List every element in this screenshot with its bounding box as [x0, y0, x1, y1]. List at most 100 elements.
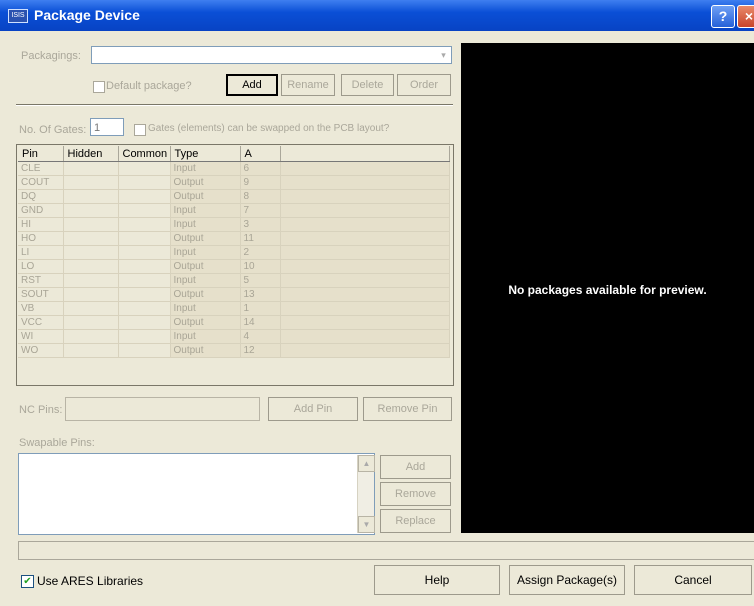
a-cell[interactable]: 5 [240, 273, 281, 288]
table-row[interactable]: DQ Output 8 [18, 189, 450, 204]
column-header-hidden[interactable]: Hidden [63, 146, 119, 162]
a-cell[interactable]: 1 [240, 301, 281, 316]
common-cell[interactable] [118, 329, 171, 344]
common-cell[interactable] [118, 259, 171, 274]
delete-package-button[interactable]: Delete [341, 74, 394, 96]
hidden-cell[interactable] [63, 343, 119, 358]
a-cell[interactable]: 11 [240, 231, 281, 246]
a-cell[interactable]: 7 [240, 203, 281, 218]
rename-package-button[interactable]: Rename [281, 74, 335, 96]
table-row[interactable]: GND Input 7 [18, 203, 450, 218]
table-row[interactable]: WI Input 4 [18, 329, 450, 344]
default-package-checkbox[interactable] [93, 81, 105, 93]
common-cell[interactable] [118, 343, 171, 358]
column-header-common[interactable]: Common [118, 146, 171, 162]
type-cell[interactable]: Output [170, 231, 241, 246]
table-row[interactable]: VB Input 1 [18, 301, 450, 316]
pin-cell[interactable]: RST [18, 273, 64, 288]
hidden-cell[interactable] [63, 161, 119, 176]
column-header-type[interactable]: Type [170, 146, 241, 162]
hidden-cell[interactable] [63, 315, 119, 330]
common-cell[interactable] [118, 315, 171, 330]
table-row[interactable]: LO Output 10 [18, 259, 450, 274]
column-header-a[interactable]: A [240, 146, 281, 162]
hidden-cell[interactable] [63, 231, 119, 246]
table-row[interactable]: RST Input 5 [18, 273, 450, 288]
type-cell[interactable]: Input [170, 217, 241, 232]
scroll-up-icon[interactable]: ▲ [358, 455, 375, 472]
pin-cell[interactable]: CLE [18, 161, 64, 176]
hidden-cell[interactable] [63, 301, 119, 316]
pin-cell[interactable]: WI [18, 329, 64, 344]
pin-cell[interactable]: VCC [18, 315, 64, 330]
pin-cell[interactable]: HI [18, 217, 64, 232]
add-pin-button[interactable]: Add Pin [268, 397, 358, 421]
a-cell[interactable]: 14 [240, 315, 281, 330]
table-row[interactable]: VCC Output 14 [18, 315, 450, 330]
cancel-button[interactable]: Cancel [634, 565, 752, 595]
hidden-cell[interactable] [63, 273, 119, 288]
hidden-cell[interactable] [63, 287, 119, 302]
nc-pins-input[interactable] [65, 397, 260, 421]
swappable-scrollbar[interactable]: ▲ ▼ [357, 455, 375, 533]
type-cell[interactable]: Output [170, 287, 241, 302]
pin-cell[interactable]: DQ [18, 189, 64, 204]
type-cell[interactable]: Input [170, 203, 241, 218]
common-cell[interactable] [118, 161, 171, 176]
type-cell[interactable]: Output [170, 175, 241, 190]
packagings-select[interactable]: ▾ [91, 46, 452, 64]
scroll-down-icon[interactable]: ▼ [358, 516, 375, 533]
table-row[interactable]: LI Input 2 [18, 245, 450, 260]
hidden-cell[interactable] [63, 329, 119, 344]
a-cell[interactable]: 4 [240, 329, 281, 344]
assign-packages-button[interactable]: Assign Package(s) [509, 565, 625, 595]
common-cell[interactable] [118, 217, 171, 232]
a-cell[interactable]: 9 [240, 175, 281, 190]
chevron-down-icon[interactable]: ▾ [436, 47, 451, 63]
a-cell[interactable]: 10 [240, 259, 281, 274]
column-header-pin[interactable]: Pin [18, 146, 64, 162]
pin-cell[interactable]: VB [18, 301, 64, 316]
common-cell[interactable] [118, 175, 171, 190]
common-cell[interactable] [118, 231, 171, 246]
use-ares-libraries-checkbox[interactable]: ✔ [21, 575, 34, 588]
table-row[interactable]: HO Output 11 [18, 231, 450, 246]
type-cell[interactable]: Output [170, 189, 241, 204]
remove-pin-button[interactable]: Remove Pin [363, 397, 452, 421]
type-cell[interactable]: Output [170, 259, 241, 274]
replace-swappable-button[interactable]: Replace [380, 509, 451, 533]
common-cell[interactable] [118, 203, 171, 218]
a-cell[interactable]: 3 [240, 217, 281, 232]
type-cell[interactable]: Output [170, 343, 241, 358]
pin-cell[interactable]: HO [18, 231, 64, 246]
close-icon[interactable]: × [737, 5, 754, 28]
type-cell[interactable]: Input [170, 301, 241, 316]
a-cell[interactable]: 8 [240, 189, 281, 204]
hidden-cell[interactable] [63, 217, 119, 232]
add-package-button[interactable]: Add [226, 74, 278, 96]
common-cell[interactable] [118, 245, 171, 260]
a-cell[interactable]: 2 [240, 245, 281, 260]
table-row[interactable]: WO Output 12 [18, 343, 450, 358]
gates-swap-checkbox[interactable] [134, 124, 146, 136]
pin-cell[interactable]: COUT [18, 175, 64, 190]
pin-cell[interactable]: GND [18, 203, 64, 218]
swappable-pins-list[interactable] [18, 453, 375, 535]
pin-cell[interactable]: SOUT [18, 287, 64, 302]
hidden-cell[interactable] [63, 175, 119, 190]
a-cell[interactable]: 13 [240, 287, 281, 302]
gates-input[interactable]: 1 [90, 118, 124, 136]
hidden-cell[interactable] [63, 245, 119, 260]
table-row[interactable]: CLE Input 6 [18, 161, 450, 176]
type-cell[interactable]: Input [170, 245, 241, 260]
pin-cell[interactable]: LO [18, 259, 64, 274]
pin-cell[interactable]: WO [18, 343, 64, 358]
common-cell[interactable] [118, 273, 171, 288]
hidden-cell[interactable] [63, 203, 119, 218]
common-cell[interactable] [118, 287, 171, 302]
table-row[interactable]: SOUT Output 13 [18, 287, 450, 302]
table-row[interactable]: HI Input 3 [18, 217, 450, 232]
order-package-button[interactable]: Order [397, 74, 451, 96]
a-cell[interactable]: 6 [240, 161, 281, 176]
type-cell[interactable]: Output [170, 315, 241, 330]
